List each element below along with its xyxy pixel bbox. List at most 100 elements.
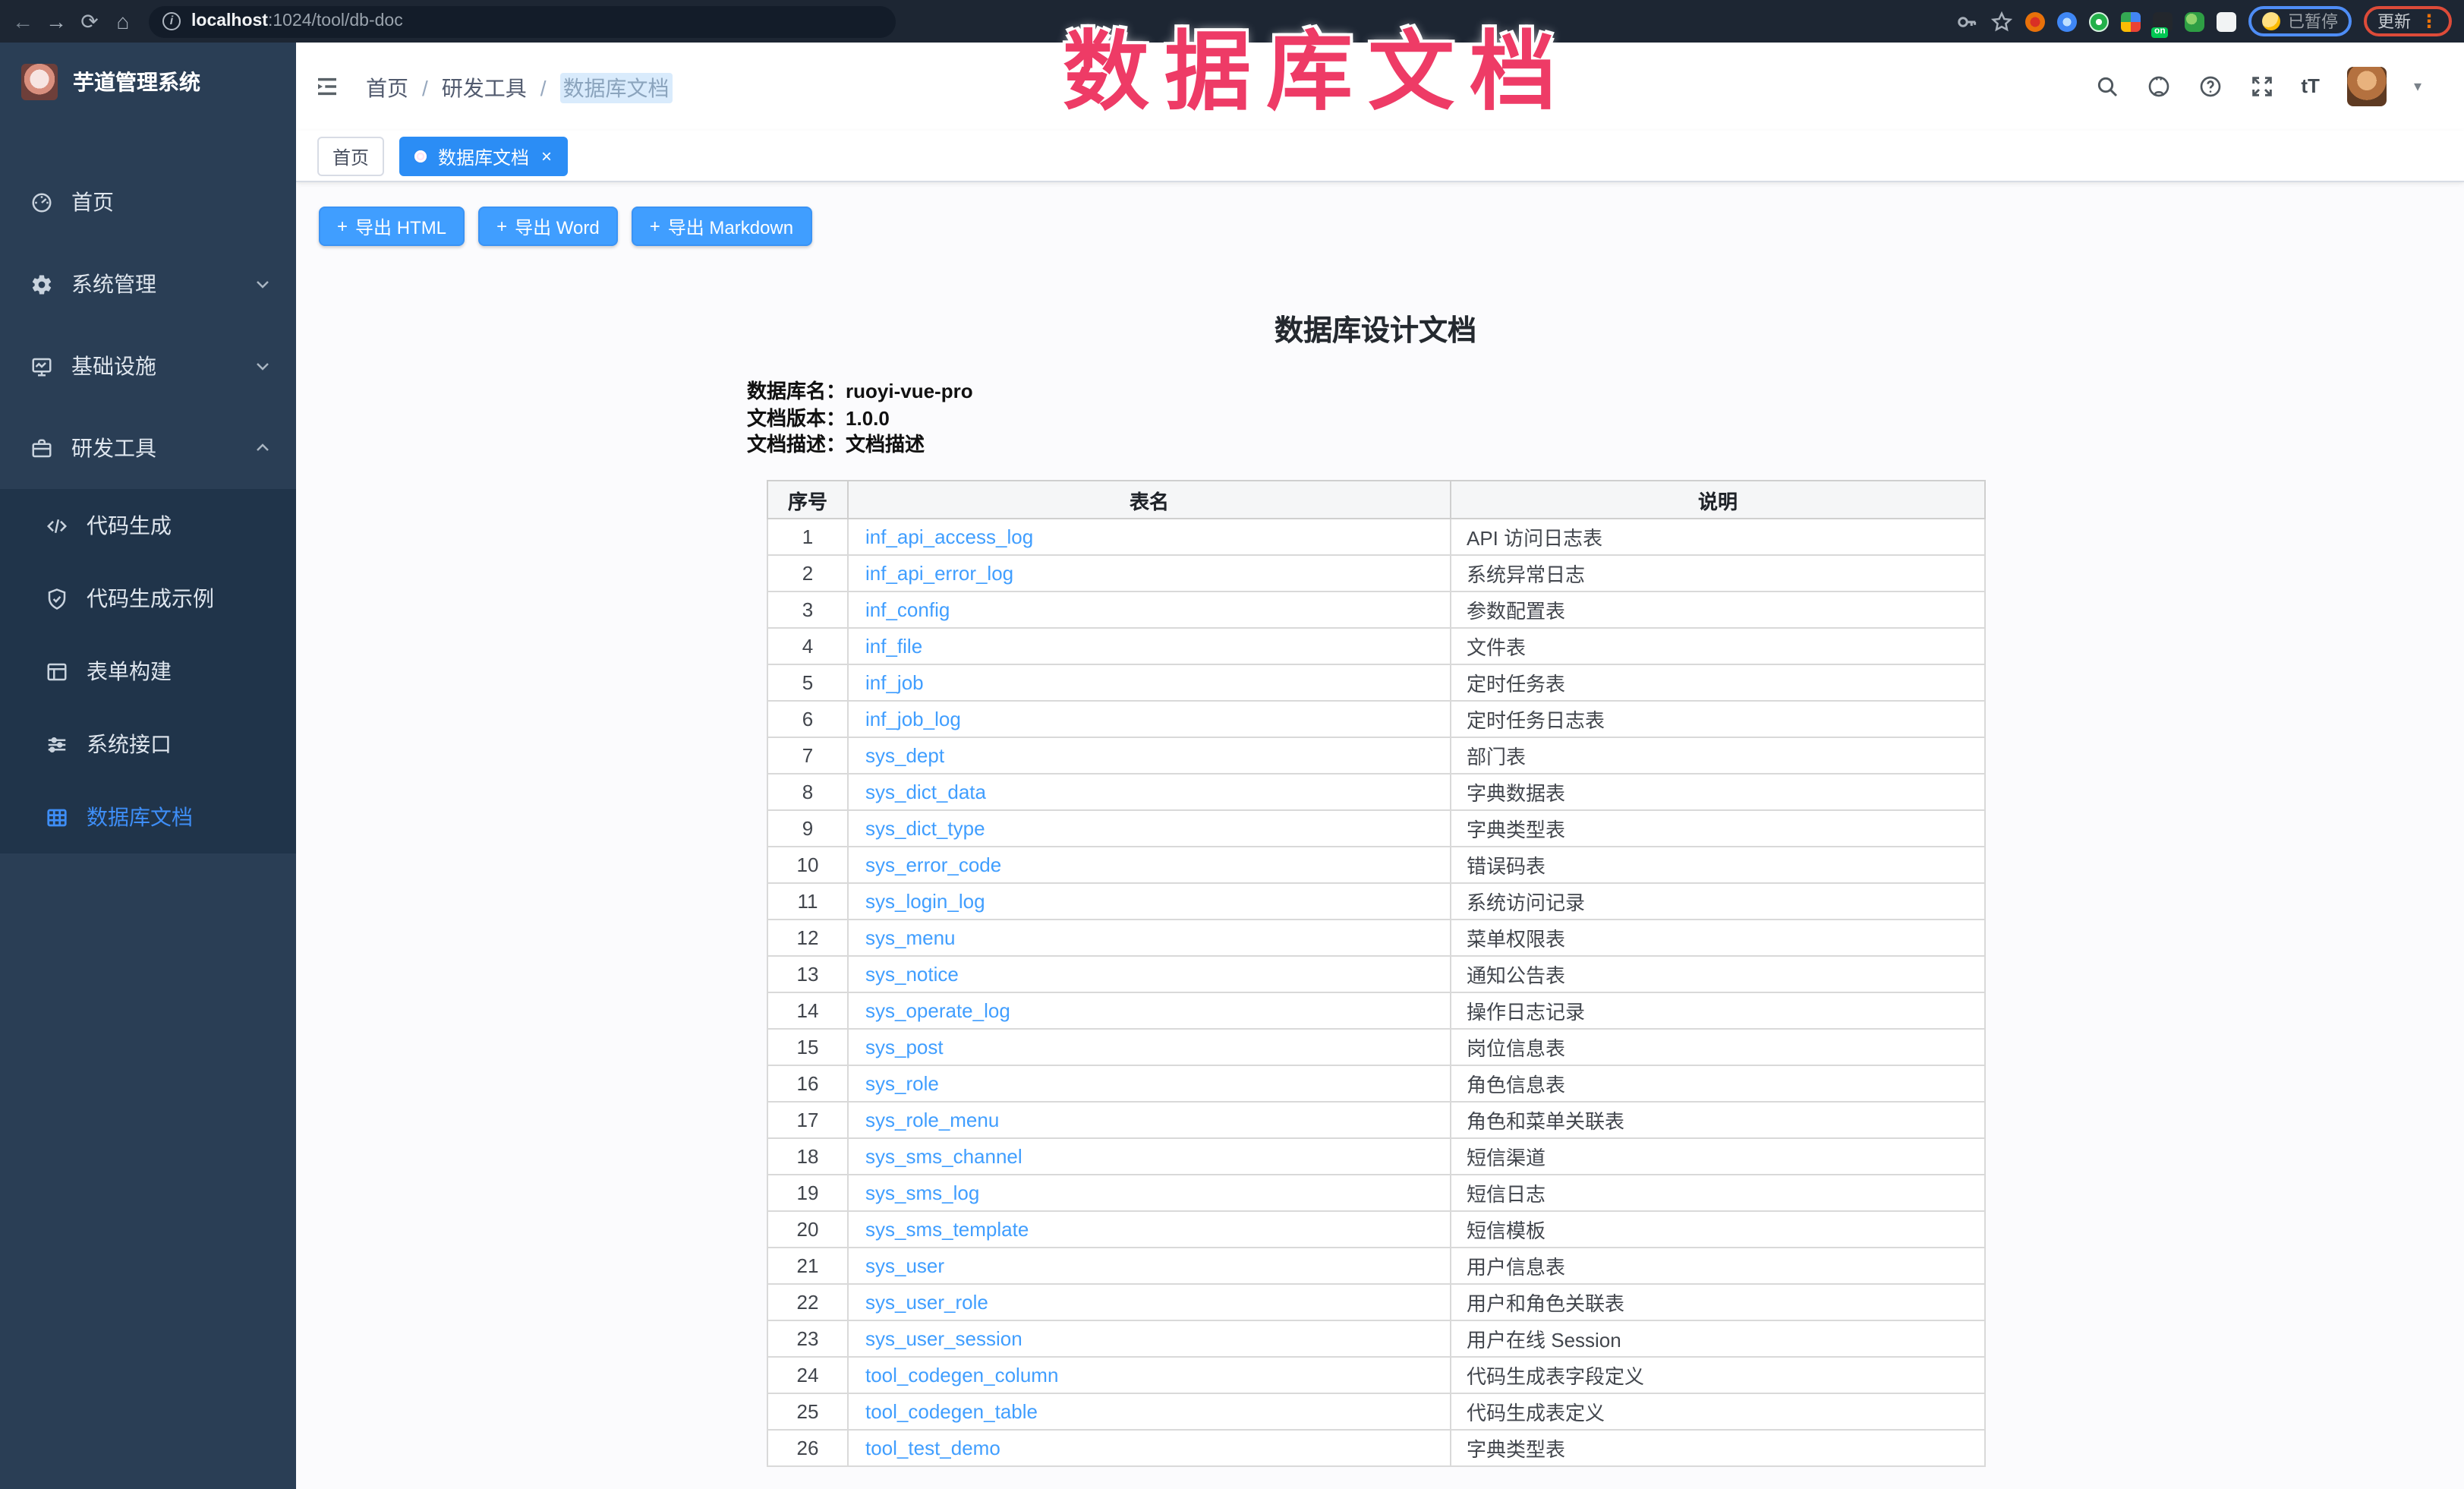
table-row: 19sys_sms_log短信日志 <box>767 1175 1985 1211</box>
row-index: 1 <box>767 519 848 555</box>
table-row: 16sys_role角色信息表 <box>767 1065 1985 1102</box>
sidebar-item-form-builder[interactable]: 表单构建 <box>0 635 296 708</box>
table-name-link[interactable]: sys_dict_data <box>865 781 986 803</box>
row-description: 短信模板 <box>1451 1211 1985 1248</box>
row-description: 系统异常日志 <box>1451 555 1985 591</box>
browser-menu-icon[interactable]: ⋮ <box>2420 12 2438 30</box>
table-name-link[interactable]: sys_sms_log <box>865 1181 979 1204</box>
extension-puzzle-icon[interactable] <box>2217 11 2236 31</box>
col-header-name: 表名 <box>848 481 1451 519</box>
row-table-name-cell: sys_sms_channel <box>848 1138 1451 1175</box>
table-name-link[interactable]: tool_codegen_table <box>865 1400 1038 1423</box>
export-html-button[interactable]: + 导出 HTML <box>319 207 465 246</box>
extension-icon[interactable] <box>2121 11 2141 31</box>
site-info-icon[interactable]: i <box>162 12 181 30</box>
row-index: 23 <box>767 1320 848 1357</box>
tab-home[interactable]: 首页 <box>317 137 384 176</box>
tab-db-doc[interactable]: 数据库文档 × <box>400 137 567 176</box>
header-action-icons: tT ▾ <box>2094 43 2421 131</box>
row-description: 代码生成表定义 <box>1451 1393 1985 1430</box>
table-name-link[interactable]: inf_api_error_log <box>865 562 1013 585</box>
sidebar-item-label: 系统接口 <box>87 729 272 759</box>
table-name-link[interactable]: sys_error_code <box>865 853 1001 876</box>
table-row: 5inf_job定时任务表 <box>767 664 1985 701</box>
help-icon[interactable] <box>2198 74 2222 99</box>
github-icon[interactable] <box>2146 74 2170 99</box>
table-name-link[interactable]: sys_dict_type <box>865 817 985 840</box>
sidebar-item-db-doc[interactable]: 数据库文档 <box>0 781 296 853</box>
extension-icon[interactable] <box>2089 11 2109 31</box>
sidebar-item-codegen[interactable]: 代码生成 <box>0 489 296 562</box>
bookmark-star-icon[interactable] <box>1990 10 2013 33</box>
table-row: 11sys_login_log系统访问记录 <box>767 883 1985 920</box>
user-avatar[interactable] <box>2347 67 2387 106</box>
table-name-link[interactable]: sys_user_session <box>865 1327 1022 1350</box>
fullscreen-icon[interactable] <box>2249 74 2273 99</box>
row-description: 定时任务日志表 <box>1451 701 1985 737</box>
row-table-name-cell: inf_job <box>848 664 1451 701</box>
row-index: 12 <box>767 920 848 956</box>
row-index: 19 <box>767 1175 848 1211</box>
table-name-link[interactable]: inf_config <box>865 598 950 621</box>
address-bar[interactable]: i localhost:1024/tool/db-doc <box>149 5 896 37</box>
table-row: 3inf_config参数配置表 <box>767 591 1985 628</box>
export-word-button[interactable]: + 导出 Word <box>478 207 618 246</box>
app-logo-image <box>21 64 58 100</box>
export-markdown-button[interactable]: + 导出 Markdown <box>632 207 811 246</box>
browser-forward-icon[interactable]: → <box>39 0 73 43</box>
table-name-link[interactable]: sys_sms_template <box>865 1218 1029 1241</box>
row-index: 20 <box>767 1211 848 1248</box>
browser-home-icon[interactable]: ⌂ <box>106 0 140 43</box>
table-name-link[interactable]: sys_login_log <box>865 890 985 913</box>
table-grid-icon <box>46 806 68 828</box>
row-table-name-cell: sys_role_menu <box>848 1102 1451 1138</box>
table-name-link[interactable]: tool_codegen_column <box>865 1364 1058 1386</box>
table-name-link[interactable]: inf_job_log <box>865 708 961 730</box>
table-name-link[interactable]: sys_sms_channel <box>865 1145 1022 1168</box>
table-row: 21sys_user用户信息表 <box>767 1248 1985 1284</box>
sidebar-item-codegen-demo[interactable]: 代码生成示例 <box>0 562 296 635</box>
paused-extension-badge[interactable]: 已暂停 <box>2248 6 2352 36</box>
collapse-sidebar-icon[interactable] <box>314 74 340 99</box>
table-name-link[interactable]: sys_role <box>865 1072 939 1095</box>
extension-icon[interactable] <box>2025 11 2045 31</box>
tab-close-icon[interactable]: × <box>541 147 552 166</box>
sidebar-item-devtools[interactable]: 研发工具 <box>0 407 296 489</box>
table-name-link[interactable]: sys_notice <box>865 963 959 986</box>
table-row: 10sys_error_code错误码表 <box>767 847 1985 883</box>
table-name-link[interactable]: sys_user <box>865 1254 944 1277</box>
document-meta: 数据库名：ruoyi-vue-pro 文档版本：1.0.0 文档描述：文档描述 <box>747 378 973 459</box>
sidebar-item-home[interactable]: 首页 <box>0 161 296 243</box>
table-name-link[interactable]: sys_operate_log <box>865 999 1010 1022</box>
breadcrumb-devtools[interactable]: 研发工具 <box>442 73 527 103</box>
meta-value: 1.0.0 <box>846 406 890 429</box>
sidebar-item-system-api[interactable]: 系统接口 <box>0 708 296 781</box>
sidebar-item-label: 表单构建 <box>87 656 272 686</box>
sidebar-item-system[interactable]: 系统管理 <box>0 243 296 325</box>
table-name-link[interactable]: sys_post <box>865 1036 944 1058</box>
extension-icon[interactable]: on <box>2153 11 2173 31</box>
table-name-link[interactable]: inf_api_access_log <box>865 525 1033 548</box>
browser-back-icon[interactable]: ← <box>6 0 39 43</box>
table-name-link[interactable]: sys_user_role <box>865 1291 988 1314</box>
key-icon[interactable] <box>1955 10 1978 33</box>
search-icon[interactable] <box>2094 74 2119 99</box>
extension-icon[interactable] <box>2185 11 2204 31</box>
table-name-link[interactable]: sys_dept <box>865 744 944 767</box>
row-description: 系统访问记录 <box>1451 883 1985 920</box>
user-menu-caret-icon[interactable]: ▾ <box>2414 78 2421 95</box>
browser-update-button[interactable]: 更新 ⋮ <box>2364 6 2452 36</box>
table-name-link[interactable]: tool_test_demo <box>865 1437 1000 1459</box>
extension-icon[interactable] <box>2057 11 2077 31</box>
row-index: 21 <box>767 1248 848 1284</box>
table-name-link[interactable]: sys_role_menu <box>865 1109 999 1131</box>
table-name-link[interactable]: sys_menu <box>865 926 956 949</box>
breadcrumb-home[interactable]: 首页 <box>366 73 408 103</box>
table-name-link[interactable]: inf_job <box>865 671 924 694</box>
table-name-link[interactable]: inf_file <box>865 635 922 658</box>
sidebar-item-infra[interactable]: 基础设施 <box>0 325 296 407</box>
url-path: :1024/tool/db-doc <box>268 12 403 30</box>
font-size-icon[interactable]: tT <box>2301 74 2320 99</box>
browser-reload-icon[interactable]: ⟳ <box>73 0 106 43</box>
app-logo-row[interactable]: 芋道管理系统 <box>0 43 296 121</box>
